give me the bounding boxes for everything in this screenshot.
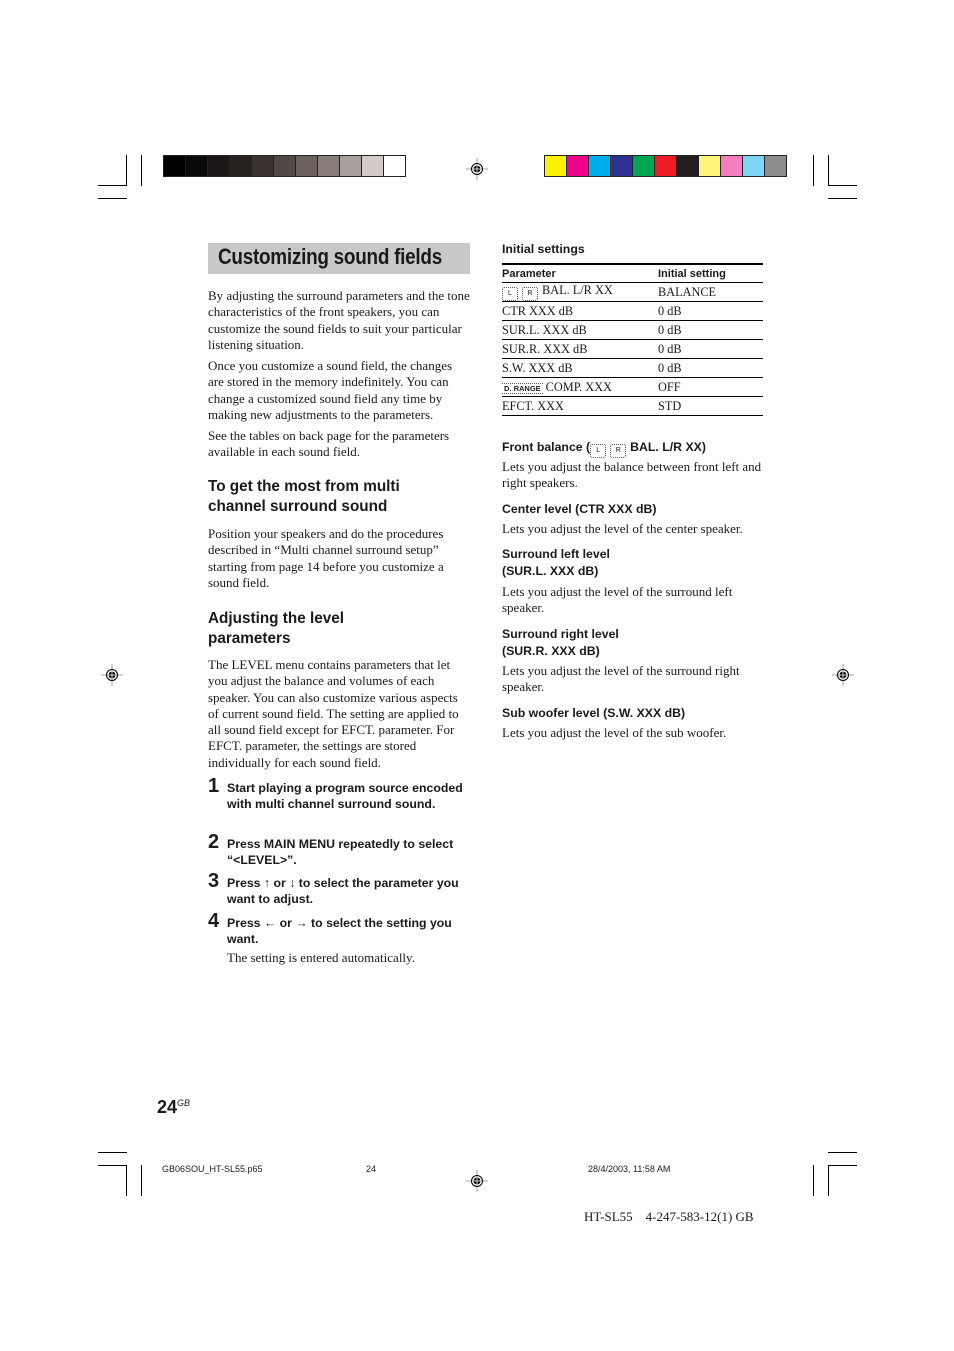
initial-value: BALANCE (658, 282, 763, 302)
parameter-name: SUR.L. XXX dB (502, 320, 658, 340)
table-row: SUR.L. XXX dB 0 dB (502, 320, 763, 340)
page-number: 24GB (157, 1097, 191, 1117)
color-swatch (186, 156, 208, 176)
initial-value: STD (658, 396, 763, 416)
color-swatch (362, 156, 384, 176)
model-code: HT-SL55 4-247-583-12(1) GB (584, 1209, 754, 1224)
color-swatch (545, 156, 567, 176)
section-text: The LEVEL menu contains parameters that … (208, 657, 459, 770)
color-swatch (296, 156, 318, 176)
description-heading: Surround right level (SUR.R. XXX dB) (502, 627, 619, 658)
step-text: Press ← or → to select the setting you w… (227, 916, 452, 946)
right-speaker-icon: R (522, 287, 538, 301)
column-header: Initial setting (658, 263, 763, 283)
table-row: CTR XXX dB 0 dB (502, 301, 763, 321)
color-swatch (633, 156, 655, 176)
column-header: Parameter (502, 263, 658, 283)
section-heading: To get the most from multi channel surro… (208, 478, 400, 515)
left-speaker-icon: L (502, 287, 518, 301)
table-row: SUR.R. XXX dB 0 dB (502, 339, 763, 359)
registration-mark-icon (466, 158, 488, 180)
initial-value: OFF (658, 377, 763, 397)
step-text: Start playing a program source encoded w… (227, 781, 463, 811)
page-title: Customizing sound fields (218, 244, 443, 269)
initial-settings-table: Parameter Initial setting L R BAL. L/R XX … (502, 263, 763, 416)
color-swatch (589, 156, 611, 176)
right-speaker-icon: R (610, 444, 627, 458)
initial-value: 0 dB (658, 301, 763, 321)
description-heading: Sub woofer level (S.W. XXX dB) (502, 706, 686, 720)
color-swatch (677, 156, 699, 176)
color-swatch (384, 156, 405, 176)
intro-paragraph: Once you customize a sound field, the ch… (208, 358, 453, 422)
table-row: S.W. XXX dB 0 dB (502, 358, 763, 378)
table-row: L R BAL. L/R XX BALANCE (502, 282, 763, 302)
left-speaker-icon: L (590, 444, 607, 458)
parameter-name: BAL. L/R XX (542, 283, 613, 297)
description-heading: Surround left level (SUR.L. XXX dB) (502, 547, 610, 578)
process-color-bar (544, 155, 787, 177)
color-swatch (743, 156, 765, 176)
color-swatch (208, 156, 230, 176)
color-swatch (230, 156, 252, 176)
intro-paragraph: By adjusting the surround parameters and… (208, 288, 470, 352)
description-heading: Center level (CTR XXX dB) (502, 502, 657, 516)
step-text: Press MAIN MENU repeatedly to select “<L… (227, 837, 454, 867)
page-title-bar: Customizing sound fields (208, 243, 470, 274)
step-note: The setting is entered automatically. (227, 950, 415, 965)
color-swatch (655, 156, 677, 176)
section-text: Position your speakers and do the proced… (208, 526, 444, 590)
intro-paragraph: See the tables on back page for the para… (208, 428, 450, 460)
page-suffix: GB (177, 1098, 191, 1108)
table-row: EFCT. XXX STD (502, 396, 763, 416)
step-text: Press ↑ or ↓ to select the parameter you… (227, 876, 459, 906)
parameter-name: EFCT. XXX (502, 396, 658, 416)
color-swatch (164, 156, 186, 176)
color-swatch (699, 156, 721, 176)
description-text: Lets you adjust the level of the sub woo… (502, 725, 727, 740)
initial-value: 0 dB (658, 320, 763, 340)
description-text: Lets you adjust the balance between fron… (502, 459, 762, 491)
initial-value: 0 dB (658, 339, 763, 359)
color-swatch (765, 156, 786, 176)
color-swatch (340, 156, 362, 176)
description-text: Lets you adjust the level of the center … (502, 521, 743, 536)
table-row: D. RANGE COMP. XXX OFF (502, 377, 763, 397)
section-heading: Adjusting the level parameters (208, 610, 344, 647)
d-range-icon: D. RANGE (502, 382, 543, 394)
description-text: Lets you adjust the level of the surroun… (502, 663, 740, 695)
initial-value: 0 dB (658, 358, 763, 378)
registration-mark-icon (466, 1170, 488, 1192)
color-swatch (252, 156, 274, 176)
step-number: 2 (208, 831, 220, 853)
registration-mark-icon (832, 664, 854, 686)
description-text: Lets you adjust the level of the surroun… (502, 584, 733, 616)
parameter-name: S.W. XXX dB (502, 358, 658, 378)
step-number: 3 (208, 870, 220, 892)
parameter-name: SUR.R. XXX dB (502, 339, 658, 359)
color-swatch (721, 156, 743, 176)
color-swatch (567, 156, 589, 176)
color-swatch (274, 156, 296, 176)
table-header-row: Parameter Initial setting (502, 263, 763, 283)
grayscale-color-bar (163, 155, 406, 177)
registration-mark-icon (101, 664, 123, 686)
step-number: 4 (208, 910, 220, 932)
file-name: GB06SOU_HT-SL55.p65 (162, 1164, 263, 1174)
parameter-name: COMP. XXX (545, 379, 612, 394)
table-title: Initial settings (502, 242, 585, 256)
color-swatch (318, 156, 340, 176)
parameter-name: CTR XXX dB (502, 301, 658, 321)
color-swatch (611, 156, 633, 176)
print-timestamp: 28/4/2003, 11:58 AM (588, 1164, 671, 1174)
file-page: 24 (366, 1164, 377, 1174)
step-number: 1 (208, 775, 220, 797)
description-heading-front-balance: Front balance (L R BAL. L/R XX) (502, 439, 764, 458)
